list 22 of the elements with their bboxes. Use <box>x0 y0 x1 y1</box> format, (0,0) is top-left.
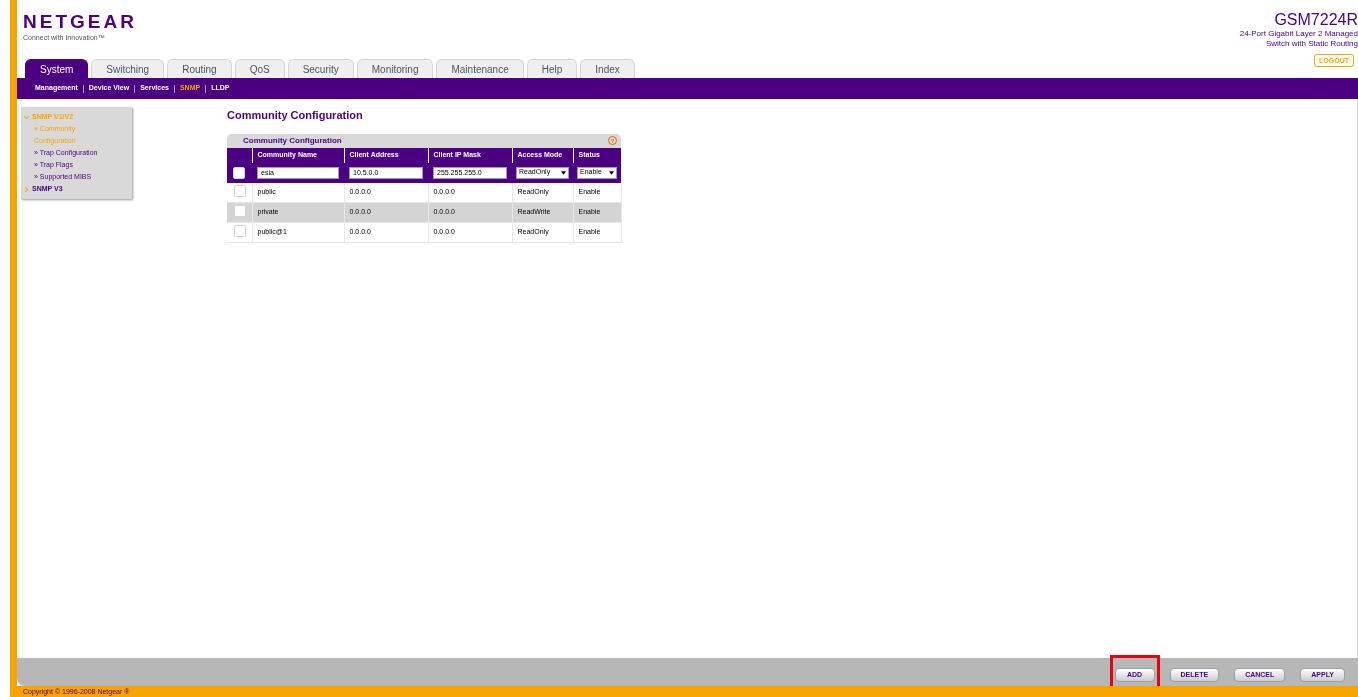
nav-tab[interactable]: System <box>25 59 89 78</box>
page-title: Community Configuration <box>227 108 364 123</box>
checkbox[interactable] <box>234 184 246 197</box>
nav-tab[interactable]: Index <box>580 59 635 78</box>
nav-tab[interactable]: Switching <box>91 59 165 78</box>
chevron-down-icon <box>24 114 29 120</box>
model-description: 24-Port Gigabit Layer 2 Managed Switch with Static Routing <box>1238 29 1358 49</box>
dropdown-arrow-icon <box>561 170 566 175</box>
checkbox[interactable] <box>233 166 245 179</box>
checkbox[interactable] <box>234 204 246 217</box>
nav-tab[interactable]: Maintenance <box>436 59 524 78</box>
dropdown-arrow-icon <box>609 170 614 175</box>
model-name: GSM7224R <box>1274 12 1358 28</box>
nav-tab[interactable]: Routing <box>167 59 232 78</box>
nav-tab[interactable]: Monitoring <box>356 59 434 78</box>
nav-tab[interactable]: QoS <box>234 59 285 78</box>
panel-title: Community Configuration <box>242 134 342 147</box>
nav-tab[interactable]: Help <box>526 59 578 78</box>
checkbox[interactable] <box>234 224 246 237</box>
chevron-right-icon <box>24 186 29 192</box>
nav-tab[interactable]: Security <box>287 59 354 78</box>
logo: NETGEAR <box>23 12 137 31</box>
